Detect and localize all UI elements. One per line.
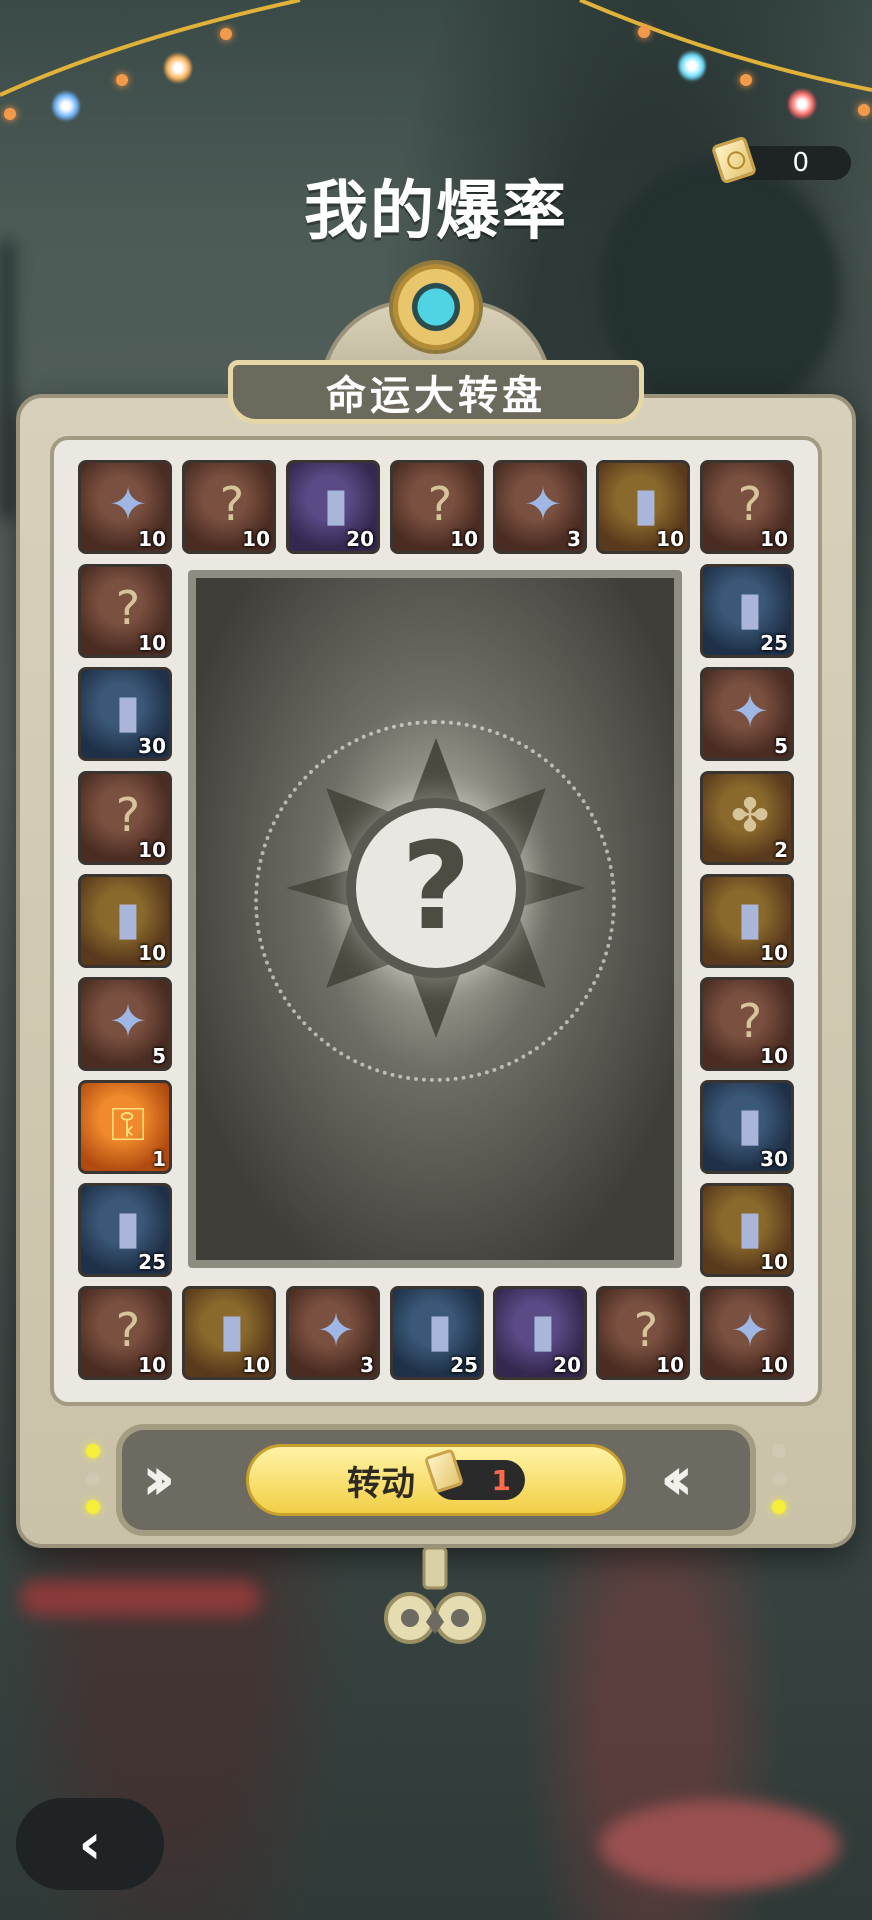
spin-button-label: 转动 — [347, 1463, 415, 1504]
prize-count: 10 — [138, 1353, 166, 1377]
indicator-light — [86, 1500, 100, 1514]
double-chevron-left-icon: ‹‹ — [660, 1444, 693, 1514]
prize-tile-star: ✦ 3 — [286, 1286, 380, 1380]
prize-tile-card-gold: ▮ 10 — [78, 874, 172, 968]
prize-tile-badge: ? 10 — [700, 977, 794, 1071]
prize-tile-card-blue: ▮ 30 — [700, 1080, 794, 1174]
prize-tile-card-blue: ▮ 25 — [390, 1286, 484, 1380]
prize-count: 30 — [760, 1147, 788, 1171]
prize-tile-card-purple: ▮ 20 — [286, 460, 380, 554]
prize-count: 10 — [138, 838, 166, 862]
prize-count: 10 — [760, 1044, 788, 1068]
prize-tile-card-gold: ▮ 10 — [700, 1183, 794, 1277]
chevron-left-icon: ‹ — [78, 1811, 102, 1877]
prize-tile-badge: ? 10 — [390, 460, 484, 554]
prize-tile-badge: ? 10 — [78, 1286, 172, 1380]
prize-count: 10 — [760, 1353, 788, 1377]
prize-tile-star: ✦ 5 — [700, 667, 794, 761]
reveal-panel: ? — [188, 570, 682, 1268]
prize-count: 10 — [760, 527, 788, 551]
indicator-light — [772, 1444, 786, 1458]
prize-tile-badge: ? 10 — [78, 564, 172, 658]
prize-tile-star: ✦ 10 — [78, 460, 172, 554]
prize-tile-card-blue: ▮ 25 — [700, 564, 794, 658]
prize-count: 1 — [152, 1147, 166, 1171]
prize-count: 10 — [138, 631, 166, 655]
prize-tile-badge: ? 10 — [596, 1286, 690, 1380]
background-blur — [20, 1580, 260, 1616]
prize-tile-badge: ? 10 — [78, 771, 172, 865]
prize-count: 10 — [450, 527, 478, 551]
prize-count: 10 — [656, 1353, 684, 1377]
indicator-light — [86, 1444, 100, 1458]
ticket-count: 0 — [792, 148, 809, 178]
prize-count: 10 — [656, 527, 684, 551]
indicator-light — [772, 1472, 786, 1486]
prize-count: 10 — [760, 941, 788, 965]
prize-count: 25 — [138, 1250, 166, 1274]
prize-count: 10 — [242, 1353, 270, 1377]
prize-count: 10 — [242, 527, 270, 551]
prize-count: 25 — [450, 1353, 478, 1377]
background-blur — [600, 1800, 840, 1890]
prize-tile-card-clover: ✤ 2 — [700, 771, 794, 865]
prize-tile-star: ✦ 3 — [493, 460, 587, 554]
prize-count: 5 — [774, 734, 788, 758]
wheel-title: 命运大转盘 — [228, 360, 644, 424]
prize-tile-badge: ? 10 — [182, 460, 276, 554]
prize-tile-card-blue: ▮ 30 — [78, 667, 172, 761]
ticket-icon — [423, 1448, 465, 1494]
prize-count: 3 — [567, 527, 581, 551]
gear-gem-icon — [393, 264, 479, 350]
spin-button[interactable]: 转动 1 — [246, 1444, 626, 1516]
prize-count: 3 — [360, 1353, 374, 1377]
double-chevron-right-icon: ›› — [142, 1444, 175, 1514]
prize-tile-card-gold: ▮ 10 — [700, 874, 794, 968]
prize-count: 20 — [346, 527, 374, 551]
question-mark-icon: ? — [356, 808, 516, 968]
prize-count: 10 — [760, 1250, 788, 1274]
prize-count: 20 — [553, 1353, 581, 1377]
background-blur — [0, 240, 14, 520]
prize-tile-badge: ? 10 — [700, 460, 794, 554]
string-lights — [0, 0, 872, 140]
wind-up-key-icon — [384, 1548, 486, 1644]
indicator-light — [86, 1472, 100, 1486]
prize-tile-card-gold: ▮ 10 — [596, 460, 690, 554]
prize-tile-star: ✦ 10 — [700, 1286, 794, 1380]
back-button[interactable]: ‹ — [16, 1798, 164, 1890]
prize-count: 25 — [760, 631, 788, 655]
spin-cost: 1 — [423, 1448, 525, 1500]
prize-tile-card-gold: ▮ 10 — [182, 1286, 276, 1380]
indicator-light — [772, 1500, 786, 1514]
prize-tile-key: ⚿ 1 — [78, 1080, 172, 1174]
spin-cost-value: 1 — [491, 1463, 511, 1497]
prize-count: 10 — [138, 527, 166, 551]
prize-tile-card-blue: ▮ 25 — [78, 1183, 172, 1277]
prize-count: 30 — [138, 734, 166, 758]
prize-count: 5 — [152, 1044, 166, 1068]
prize-tile-card-purple: ▮ 20 — [493, 1286, 587, 1380]
prize-count: 2 — [774, 838, 788, 862]
prize-count: 10 — [138, 941, 166, 965]
prize-tile-star: ✦ 5 — [78, 977, 172, 1071]
